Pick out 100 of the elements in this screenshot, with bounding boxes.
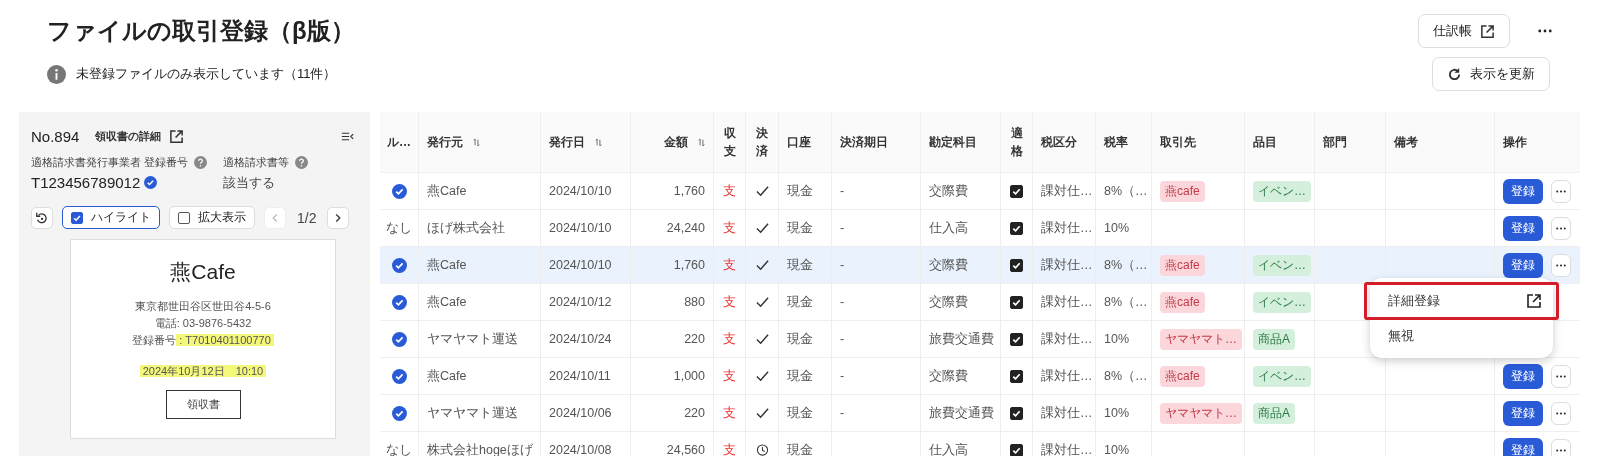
table-cell: 課対仕… bbox=[1041, 367, 1093, 385]
register-button[interactable]: 登録 bbox=[1503, 437, 1543, 456]
table-cell: - bbox=[840, 295, 845, 309]
menu-item[interactable]: 詳細登録 bbox=[1364, 282, 1559, 320]
check-icon bbox=[755, 333, 769, 345]
checkbox-icon bbox=[178, 211, 190, 224]
column-header[interactable]: 税率 bbox=[1104, 133, 1128, 151]
table-row[interactable]: 燕Cafe 2024/10/10 1,760 支 現金 - 交際費 課対仕… 8%（… 燕cafe イベン… 登録 bbox=[380, 173, 1580, 210]
rotate-button[interactable] bbox=[31, 206, 53, 229]
table-cell: - bbox=[840, 221, 845, 235]
item-tag: イベン… bbox=[1253, 291, 1311, 313]
checkbox[interactable] bbox=[1010, 369, 1023, 383]
checkbox[interactable] bbox=[1010, 295, 1023, 309]
column-header[interactable]: 税区分 bbox=[1041, 133, 1077, 151]
item-tag: イベン… bbox=[1253, 365, 1311, 387]
next-page-button[interactable] bbox=[327, 206, 350, 229]
register-button[interactable]: 登録 bbox=[1503, 363, 1543, 389]
checkbox[interactable] bbox=[1010, 184, 1023, 198]
table-cell: 燕Cafe bbox=[427, 293, 467, 311]
table-cell: 2024/10/10 bbox=[549, 221, 612, 235]
check-circle-icon bbox=[391, 257, 407, 273]
receipt-detail-link[interactable]: 領収書の詳細 bbox=[95, 128, 185, 144]
table-row[interactable]: 燕Cafe 2024/10/10 1,760 支 現金 - 交際費 課対仕… 8%（… 燕cafe イベン… 登録 bbox=[380, 247, 1580, 284]
column-header[interactable]: 取引先 bbox=[1160, 133, 1196, 151]
column-header[interactable]: 品目 bbox=[1253, 133, 1277, 151]
register-button[interactable]: 登録 bbox=[1503, 400, 1543, 426]
help-icon[interactable] bbox=[194, 156, 208, 169]
more-icon bbox=[1556, 189, 1566, 193]
table-cell: 支 bbox=[723, 293, 736, 311]
refresh-icon bbox=[1447, 66, 1462, 82]
external-link-icon bbox=[1480, 23, 1495, 39]
table-cell: 現金 bbox=[787, 293, 813, 311]
checkbox[interactable] bbox=[1010, 221, 1023, 235]
table-cell: - bbox=[840, 332, 845, 346]
register-button[interactable]: 登録 bbox=[1503, 178, 1543, 204]
checkbox[interactable] bbox=[1010, 406, 1023, 420]
table-cell: 現金 bbox=[787, 441, 813, 456]
table-cell: 8%（… bbox=[1104, 367, 1148, 385]
page-indicator: 1/2 bbox=[297, 209, 317, 226]
column-header[interactable]: 備考 bbox=[1394, 133, 1418, 151]
check-circle-icon bbox=[391, 331, 407, 347]
register-button[interactable]: 登録 bbox=[1503, 215, 1543, 241]
table-cell: - bbox=[840, 258, 845, 272]
checkbox[interactable] bbox=[1010, 258, 1023, 272]
table-row[interactable]: ヤマヤマト運送 2024/10/06 220 支 現金 - 旅費交通費 課対仕… 10% ヤマヤマト… 商品A 登録 bbox=[380, 395, 1580, 432]
menu-item-label: 無視 bbox=[1388, 327, 1414, 345]
column-header[interactable]: 勘定科目 bbox=[929, 133, 977, 151]
partner-tag: 燕cafe bbox=[1160, 365, 1205, 387]
column-header[interactable]: 収支 bbox=[723, 124, 736, 160]
column-header[interactable]: 発行元 bbox=[427, 133, 463, 151]
table-cell: 現金 bbox=[787, 256, 813, 274]
table-row[interactable]: 燕Cafe 2024/10/11 1,000 支 現金 - 交際費 課対仕… 8%（… 燕cafe イベン… 登録 bbox=[380, 358, 1580, 395]
checkbox[interactable] bbox=[1010, 443, 1023, 456]
table-cell: 課対仕… bbox=[1041, 330, 1093, 348]
table-cell: 燕Cafe bbox=[427, 182, 467, 200]
more-icon bbox=[1556, 374, 1566, 378]
receipt-text: 登録番号 bbox=[132, 334, 177, 346]
column-header[interactable]: 適格 bbox=[1010, 124, 1023, 160]
sort-icon[interactable] bbox=[595, 137, 602, 147]
check-circle-icon bbox=[391, 183, 407, 199]
check-circle-icon bbox=[391, 294, 407, 310]
collapse-icon[interactable] bbox=[341, 130, 354, 142]
table-cell: 交際費 bbox=[929, 182, 968, 200]
more-icon bbox=[1556, 448, 1566, 452]
menu-item[interactable]: 無視 bbox=[1370, 320, 1553, 352]
check-icon bbox=[755, 370, 769, 382]
table-cell: 10% bbox=[1104, 332, 1130, 346]
check-icon bbox=[755, 407, 769, 419]
column-header[interactable]: 部門 bbox=[1323, 133, 1347, 151]
column-header[interactable]: 口座 bbox=[787, 133, 811, 151]
table-cell: 220 bbox=[684, 406, 705, 420]
column-header[interactable]: ル… bbox=[387, 133, 411, 151]
toggle-checkbox[interactable]: ハイライト bbox=[62, 206, 160, 229]
checkbox[interactable] bbox=[1010, 332, 1023, 346]
table-cell: 現金 bbox=[787, 404, 813, 422]
table-cell: 株式会社hogeほげ bbox=[427, 441, 533, 456]
table-cell: 1,000 bbox=[673, 369, 705, 383]
highlighted-text: : T7010401100770 bbox=[176, 334, 274, 346]
column-header[interactable]: 発行日 bbox=[549, 133, 585, 151]
register-button[interactable]: 登録 bbox=[1503, 252, 1543, 278]
more-icon[interactable] bbox=[1538, 29, 1552, 33]
journal-button[interactable]: 仕訳帳 bbox=[1418, 14, 1510, 48]
table-cell: 8%（… bbox=[1104, 182, 1148, 200]
refresh-button[interactable]: 表示を更新 bbox=[1432, 57, 1550, 91]
help-icon[interactable] bbox=[295, 156, 309, 169]
column-header[interactable]: 決済期日 bbox=[840, 133, 888, 151]
table-row[interactable]: なし ほげ株式会社 2024/10/10 24,240 支 現金 - 仕入高 課対仕… 10% 登録 bbox=[380, 210, 1580, 247]
sort-icon[interactable] bbox=[473, 137, 480, 147]
check-icon bbox=[755, 296, 769, 308]
table-cell: 現金 bbox=[787, 330, 813, 348]
clock-icon bbox=[755, 444, 769, 456]
rotate-icon bbox=[35, 210, 49, 225]
table-cell: - bbox=[840, 369, 845, 383]
toggle-checkbox[interactable]: 拡大表示 bbox=[169, 206, 255, 229]
column-header[interactable]: 金額 bbox=[664, 133, 688, 151]
table-cell: なし bbox=[386, 219, 412, 237]
column-header[interactable]: 操作 bbox=[1503, 133, 1527, 151]
sort-icon[interactable] bbox=[698, 137, 705, 147]
column-header[interactable]: 決済 bbox=[756, 124, 768, 160]
table-cell: - bbox=[840, 184, 845, 198]
